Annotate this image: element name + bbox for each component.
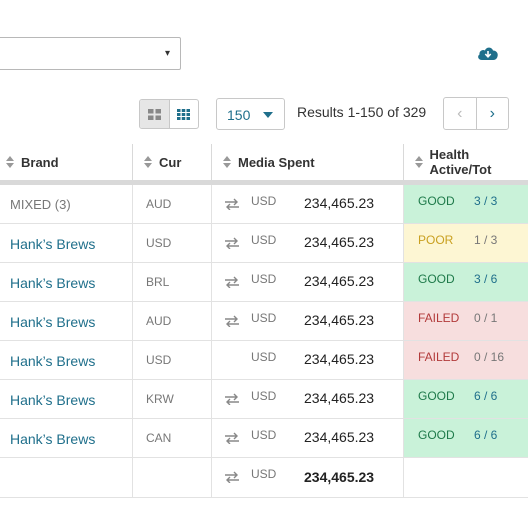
column-header-cur[interactable]: Cur [144,144,181,180]
page-size-value: 150 [227,107,251,123]
media-spent-amount: 234,465.23 [304,351,375,367]
spent-currency: USD [251,311,277,325]
currency-code: USD [146,353,172,367]
health-ratio: 0 / 1 [474,311,498,325]
health-status-badge: GOOD [418,272,455,286]
results-count: Results 1-150 of 329 [297,104,427,120]
grid-large-icon [147,108,161,120]
media-spent-amount: 234,465.23 [304,429,375,445]
grid-small-icon [177,108,191,120]
media-spent-amount: 234,465.23 [304,195,375,211]
health-status-badge: FAILED [418,311,460,325]
brand-link[interactable]: Hank’s Brews [10,353,95,369]
page-size-select[interactable]: 150 [216,98,285,130]
media-spent-amount: 234,465.23 [304,234,375,250]
brand-link[interactable]: Hank’s Brews [10,392,95,408]
currency-code: KRW [146,392,174,406]
sort-icon [415,156,423,168]
transfer-icon[interactable] [224,471,240,484]
caret-down-icon [263,112,273,118]
currency-code: AUD [146,197,172,211]
spent-currency: USD [251,233,277,247]
health-status-badge: GOOD [418,389,455,403]
currency-code: USD [146,236,172,250]
tile-view-button[interactable] [140,100,170,128]
transfer-icon[interactable] [224,315,240,328]
sort-icon [6,156,14,168]
row-divider [0,497,528,498]
brand-link[interactable]: Hank’s Brews [10,314,95,330]
header-divider [403,144,404,180]
media-spent-amount: 234,465.23 [304,312,375,328]
spent-currency: USD [251,389,277,403]
column-header-health[interactable]: Health Active/Tot [415,144,528,180]
filter-select[interactable]: ▾ [0,37,181,70]
health-ratio: 3 / 6 [474,272,498,286]
view-toggle [139,99,199,129]
health-ratio: 6 / 6 [474,389,498,403]
total-amount: 234,465.23 [304,469,375,485]
spent-currency: USD [251,272,277,286]
next-page-button[interactable]: › [477,98,509,129]
health-status-badge: POOR [418,233,454,247]
total-currency: USD [251,467,277,481]
brand-link[interactable]: Hank’s Brews [10,236,95,252]
currency-code: BRL [146,275,170,289]
column-header-media-spent[interactable]: Media Spent [223,144,315,180]
health-ratio: 0 / 16 [474,350,505,364]
row-divider [0,457,528,458]
table-view-button[interactable] [170,100,199,128]
spent-currency: USD [251,350,277,364]
currency-code: AUD [146,314,172,328]
transfer-icon[interactable] [224,276,240,289]
media-spent-amount: 234,465.23 [304,273,375,289]
transfer-icon[interactable] [224,237,240,250]
spent-currency: USD [251,428,277,442]
column-divider [211,185,212,497]
transfer-icon[interactable] [224,432,240,445]
spent-currency: USD [251,194,277,208]
media-spent-amount: 234,465.23 [304,390,375,406]
column-header-brand[interactable]: Brand [6,144,59,180]
health-ratio: 1 / 3 [474,233,498,247]
brand-link: MIXED (3) [10,197,71,212]
sort-icon [144,156,152,168]
transfer-icon[interactable] [224,393,240,406]
health-ratio: 6 / 6 [474,428,498,442]
brand-link[interactable]: Hank’s Brews [10,431,95,447]
prev-page-button[interactable]: ‹ [444,98,477,129]
column-divider [132,185,133,497]
chevron-down-icon: ▾ [164,48,170,59]
column-divider [403,185,404,497]
header-divider [132,144,133,180]
health-status-badge: GOOD [418,194,455,208]
cloud-download-icon[interactable] [477,44,499,62]
health-ratio: 3 / 3 [474,194,498,208]
header-divider [211,144,212,180]
sort-icon [223,156,231,168]
pager: ‹ › [443,97,509,130]
health-status-badge: GOOD [418,428,455,442]
health-status-badge: FAILED [418,350,460,364]
transfer-icon[interactable] [224,198,240,211]
brand-link[interactable]: Hank’s Brews [10,275,95,291]
currency-code: CAN [146,431,172,445]
